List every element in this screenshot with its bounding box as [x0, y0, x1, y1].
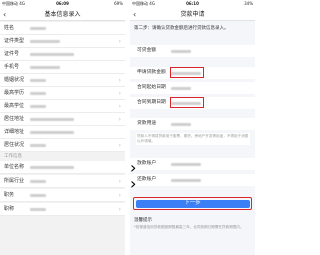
field-label: 最高学历 [4, 90, 25, 96]
field-value-redacted [171, 86, 191, 90]
page-title: 贷款申请 [180, 11, 205, 18]
field-value-redacted [171, 122, 191, 126]
nav-bar: ‹ 基本信息录入 [0, 8, 125, 21]
field-label: 详细地址 [4, 129, 25, 135]
field-label: 还款账户 [137, 177, 157, 182]
field-label: 证件号 [4, 51, 20, 57]
purpose-note: 贷款人不得将贷款用于股票、期货、房地产开发等用途，不得用于消费以外领域。 [136, 133, 250, 145]
field-label: 居住状况 [4, 142, 25, 148]
form-row[interactable]: 放款账户 › [130, 158, 255, 177]
field-value-redacted [171, 162, 201, 166]
field-label: 放款账户 [137, 161, 157, 166]
battery-label: 34% [244, 1, 253, 6]
form-row[interactable]: 职务 › [0, 189, 125, 202]
field-value-redacted [30, 208, 46, 211]
field-label: 职务 [4, 192, 15, 198]
chevron-right-icon: › [118, 90, 121, 97]
form-row[interactable]: 详细地址 [0, 126, 125, 139]
form-row[interactable]: 手机号 [0, 61, 125, 74]
chevron-right-icon: › [118, 178, 121, 185]
highlight-amount-box [170, 67, 204, 78]
field-label: 合同起始日期 [137, 85, 166, 90]
carrier-label: 中国移动 4G [132, 1, 155, 6]
field-value-redacted [30, 180, 46, 183]
section-header-work: 工作信息 [0, 152, 125, 161]
carrier-label: 中国移动 4G [2, 1, 25, 6]
form-row[interactable]: 婚姻状况 › [0, 74, 125, 87]
form-row[interactable]: 最高学位 › [0, 100, 125, 113]
form-row[interactable]: 居住状况 › [0, 139, 125, 152]
field-value-redacted [30, 40, 60, 43]
field-value-redacted [30, 118, 74, 121]
form-row[interactable]: 证件号 [0, 48, 125, 61]
page-title: 基本信息录入 [44, 11, 81, 18]
field-value-redacted [30, 79, 46, 82]
field-value-redacted [30, 53, 74, 56]
field-label: 居住地址 [4, 116, 25, 122]
chevron-right-icon: › [118, 103, 121, 110]
field-label: 手机号 [4, 64, 20, 70]
form-row[interactable]: 最高学历 › [0, 87, 125, 100]
field-label: 单位名称 [4, 164, 25, 170]
highlight-end-date-box [170, 97, 204, 108]
highlight-next-box: 下一步 [133, 197, 252, 210]
clock: 06:10 [186, 1, 199, 6]
chevron-right-icon: › [118, 116, 121, 123]
form-row[interactable]: 证件类型 › [0, 35, 125, 48]
field-label: 合同到期日期 [137, 100, 166, 105]
field-label: 可贷金额 [137, 48, 157, 53]
step-instruction: 第二步：请确认贷款金额后进行贷款信息录入。 [134, 26, 229, 31]
field-label: 职称 [4, 206, 15, 212]
field-label: 最高学位 [4, 103, 25, 109]
chevron-right-icon: › [118, 192, 121, 199]
form-row[interactable]: 可贷金额 [130, 45, 255, 57]
field-label: 申请贷款金额 [137, 70, 166, 75]
nav-bar: ‹ 贷款申请 [130, 8, 255, 21]
chevron-right-icon: › [118, 77, 121, 84]
chevron-right-icon: › [130, 174, 137, 193]
field-value-redacted [30, 105, 46, 108]
form-row[interactable]: 所属行业 › [0, 175, 125, 188]
chevron-right-icon: › [118, 38, 121, 45]
field-value-redacted [30, 194, 46, 197]
form-row[interactable]: 贷款用途 [130, 118, 255, 130]
tips-title: 温馨提示 [134, 218, 152, 223]
field-label: 姓名 [4, 25, 15, 31]
form-row[interactable]: 姓名 [0, 22, 125, 35]
battery-label: 69% [114, 1, 123, 6]
field-value-redacted [30, 166, 74, 169]
field-value-redacted [171, 178, 201, 182]
clock: 06:09 [56, 1, 69, 6]
left-screen-basic-info: 中国移动 4G 06:09 69% ‹ 基本信息录入 姓名证件类型 › 证件号手机号… [0, 0, 125, 255]
next-step-button[interactable]: 下一步 [135, 199, 250, 208]
field-value-redacted [30, 27, 46, 30]
section-title: 工作信息 [4, 154, 22, 159]
field-label: 证件类型 [4, 38, 25, 44]
field-label: 婚姻状况 [4, 77, 25, 83]
status-bar: 中国移动 4G 06:09 69% [0, 0, 125, 8]
form-row[interactable]: 合同起始日期 [130, 82, 255, 94]
field-value-redacted [30, 144, 46, 147]
field-label: 所属行业 [4, 178, 25, 184]
chevron-right-icon: › [118, 142, 121, 149]
form-row[interactable]: 居住地址 › [0, 113, 125, 126]
form-row[interactable]: 单位名称 [0, 161, 125, 174]
field-value-redacted [30, 66, 60, 69]
field-value-redacted [171, 49, 191, 53]
status-bar: 中国移动 4G 06:10 34% [130, 0, 255, 8]
tips-body: *前渠道信用贷款额度期限最高三年，合同到期日期需在贷款期限内。 [134, 225, 244, 229]
chevron-right-icon: › [118, 206, 121, 213]
right-screen-loan-application: 中国移动 4G 06:10 34% ‹ 贷款申请 第二步：请确认贷款金额后进行贷… [130, 0, 255, 255]
field-label: 贷款用途 [137, 121, 157, 126]
form-row[interactable]: 职称 › [0, 203, 125, 216]
field-value-redacted [30, 131, 74, 134]
form-row[interactable]: 还款账户 › [130, 174, 255, 193]
field-value-redacted [30, 92, 46, 95]
